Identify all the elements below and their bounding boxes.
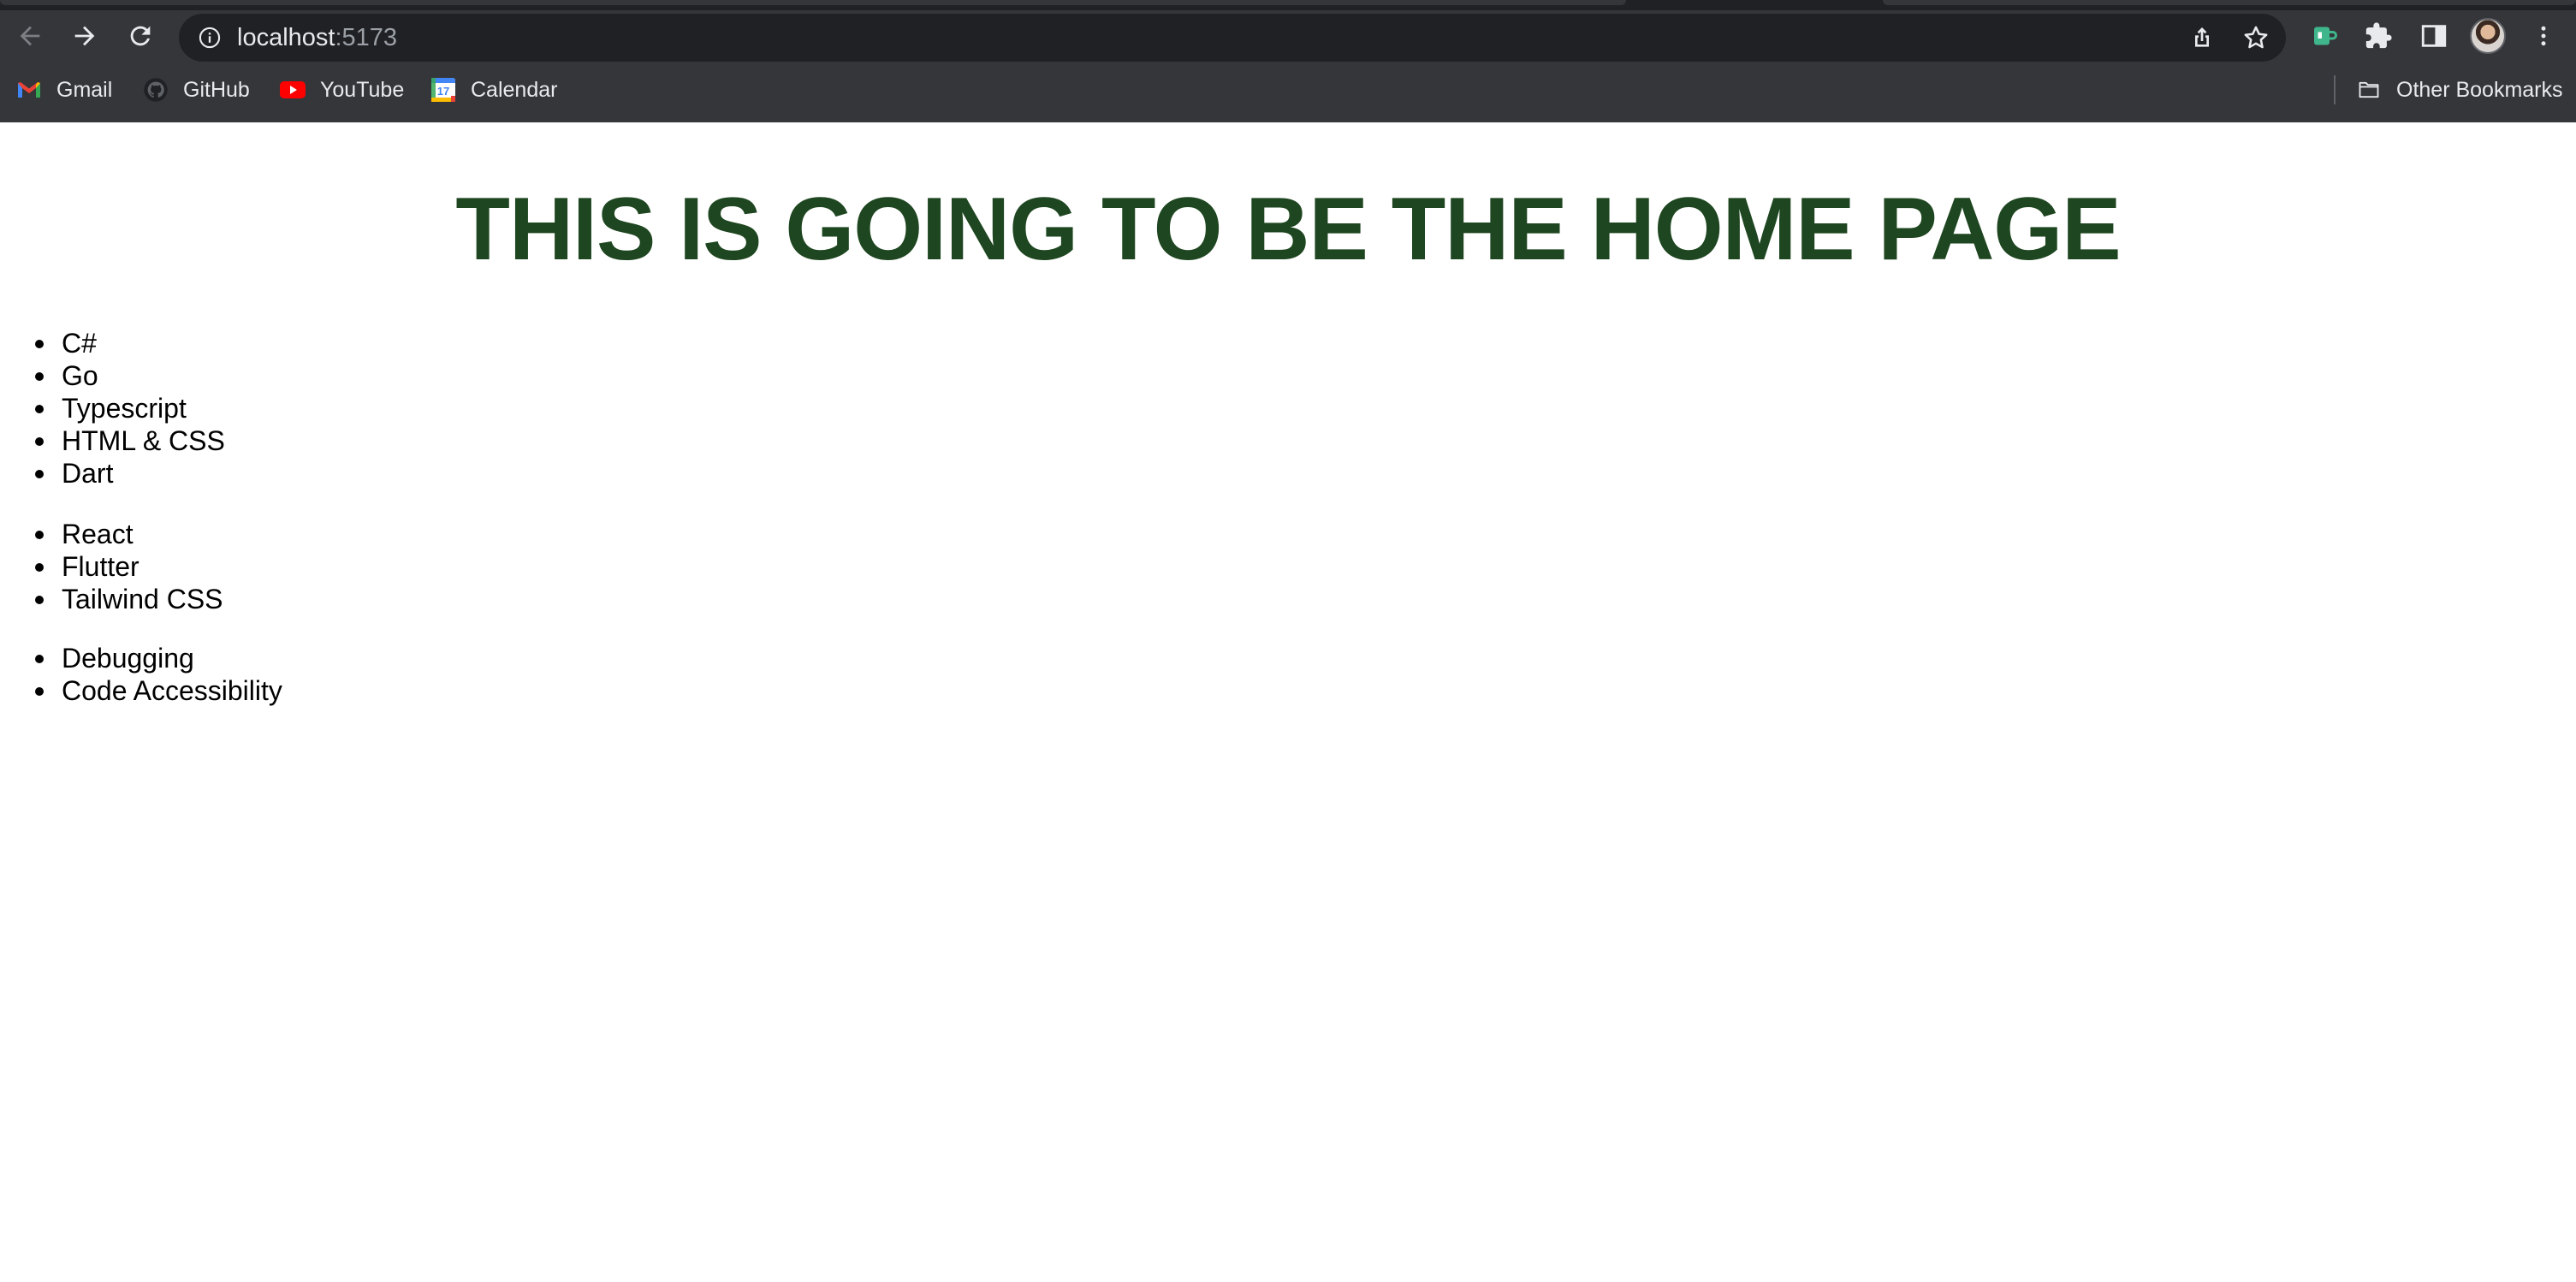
- list-item: Typescript: [35, 392, 225, 424]
- bookmark-label: GitHub: [183, 77, 250, 102]
- bookmark-github[interactable]: GitHub: [142, 68, 250, 111]
- bookmarks-divider: [2334, 75, 2336, 104]
- skills-list: Debugging Code Accessibility: [35, 642, 282, 707]
- list-item: Tailwind CSS: [35, 584, 223, 614]
- address-bar[interactable]: localhost:5173: [179, 14, 2286, 62]
- list-item: Debugging: [35, 642, 282, 674]
- url-port: :5173: [335, 24, 398, 51]
- bookmark-youtube[interactable]: YouTube: [279, 68, 404, 111]
- calendar-icon-day: 17: [437, 85, 449, 98]
- tab-strip: [0, 0, 2576, 10]
- back-button[interactable]: [9, 15, 50, 56]
- menu-button[interactable]: [2525, 17, 2562, 55]
- list-item: C#: [35, 327, 225, 359]
- youtube-icon: [279, 76, 306, 104]
- extensions-menu-button[interactable]: [2359, 17, 2397, 55]
- bookmark-star-icon[interactable]: [2241, 23, 2270, 52]
- page-title: THIS IS GOING TO BE THE HOME PAGE: [455, 180, 2121, 279]
- browser-chrome: localhost:5173 Gmail GitHub YouTube 17 C…: [0, 0, 2576, 122]
- inactive-tab-edge[interactable]: [1883, 0, 2576, 5]
- frameworks-list: React Flutter Tailwind CSS: [35, 518, 223, 615]
- forward-icon: [74, 26, 95, 46]
- languages-list: C# Go Typescript HTML & CSS Dart: [35, 327, 225, 490]
- list-item: React: [35, 518, 223, 550]
- list-item: HTML & CSS: [35, 425, 225, 456]
- info-icon[interactable]: [198, 26, 222, 50]
- forward-button[interactable]: [64, 15, 105, 56]
- list-item: Go: [35, 359, 225, 392]
- list-item: Flutter: [35, 550, 223, 583]
- bookmark-label: Gmail: [56, 77, 113, 102]
- gmail-icon: [15, 76, 43, 104]
- share-icon[interactable]: [2188, 24, 2216, 51]
- url-text[interactable]: localhost:5173: [237, 14, 397, 62]
- reload-button[interactable]: [120, 15, 161, 56]
- bookmarks-bar: Gmail GitHub YouTube 17 Calendar Other B…: [0, 68, 2576, 111]
- side-panel-button[interactable]: [2415, 17, 2453, 55]
- other-bookmarks-label: Other Bookmarks: [2396, 77, 2563, 102]
- toolbar: localhost:5173: [0, 10, 2576, 62]
- side-panel-icon: [2421, 25, 2447, 47]
- extension-icon: [2314, 27, 2337, 45]
- active-tab-edge[interactable]: [0, 0, 1626, 5]
- extension-button[interactable]: [2306, 17, 2343, 55]
- folder-icon: [2355, 76, 2383, 104]
- page-content: THIS IS GOING TO BE THE HOME PAGE C# Go …: [0, 122, 2576, 1282]
- github-icon: [142, 76, 169, 104]
- puzzle-icon: [2365, 22, 2392, 49]
- bookmark-label: Calendar: [471, 77, 558, 102]
- calendar-icon: 17: [430, 76, 457, 104]
- list-item: Dart: [35, 457, 225, 490]
- url-host: localhost: [237, 24, 335, 51]
- other-bookmarks-folder[interactable]: Other Bookmarks: [2355, 68, 2563, 111]
- avatar[interactable]: [2470, 18, 2506, 54]
- reload-icon: [130, 26, 151, 46]
- list-item: Code Accessibility: [35, 675, 282, 706]
- bookmark-label: YouTube: [320, 77, 405, 102]
- bookmark-gmail[interactable]: Gmail: [15, 68, 112, 111]
- menu-icon: [2541, 26, 2546, 46]
- back-icon: [20, 26, 40, 46]
- bookmark-calendar[interactable]: 17 Calendar: [430, 68, 557, 111]
